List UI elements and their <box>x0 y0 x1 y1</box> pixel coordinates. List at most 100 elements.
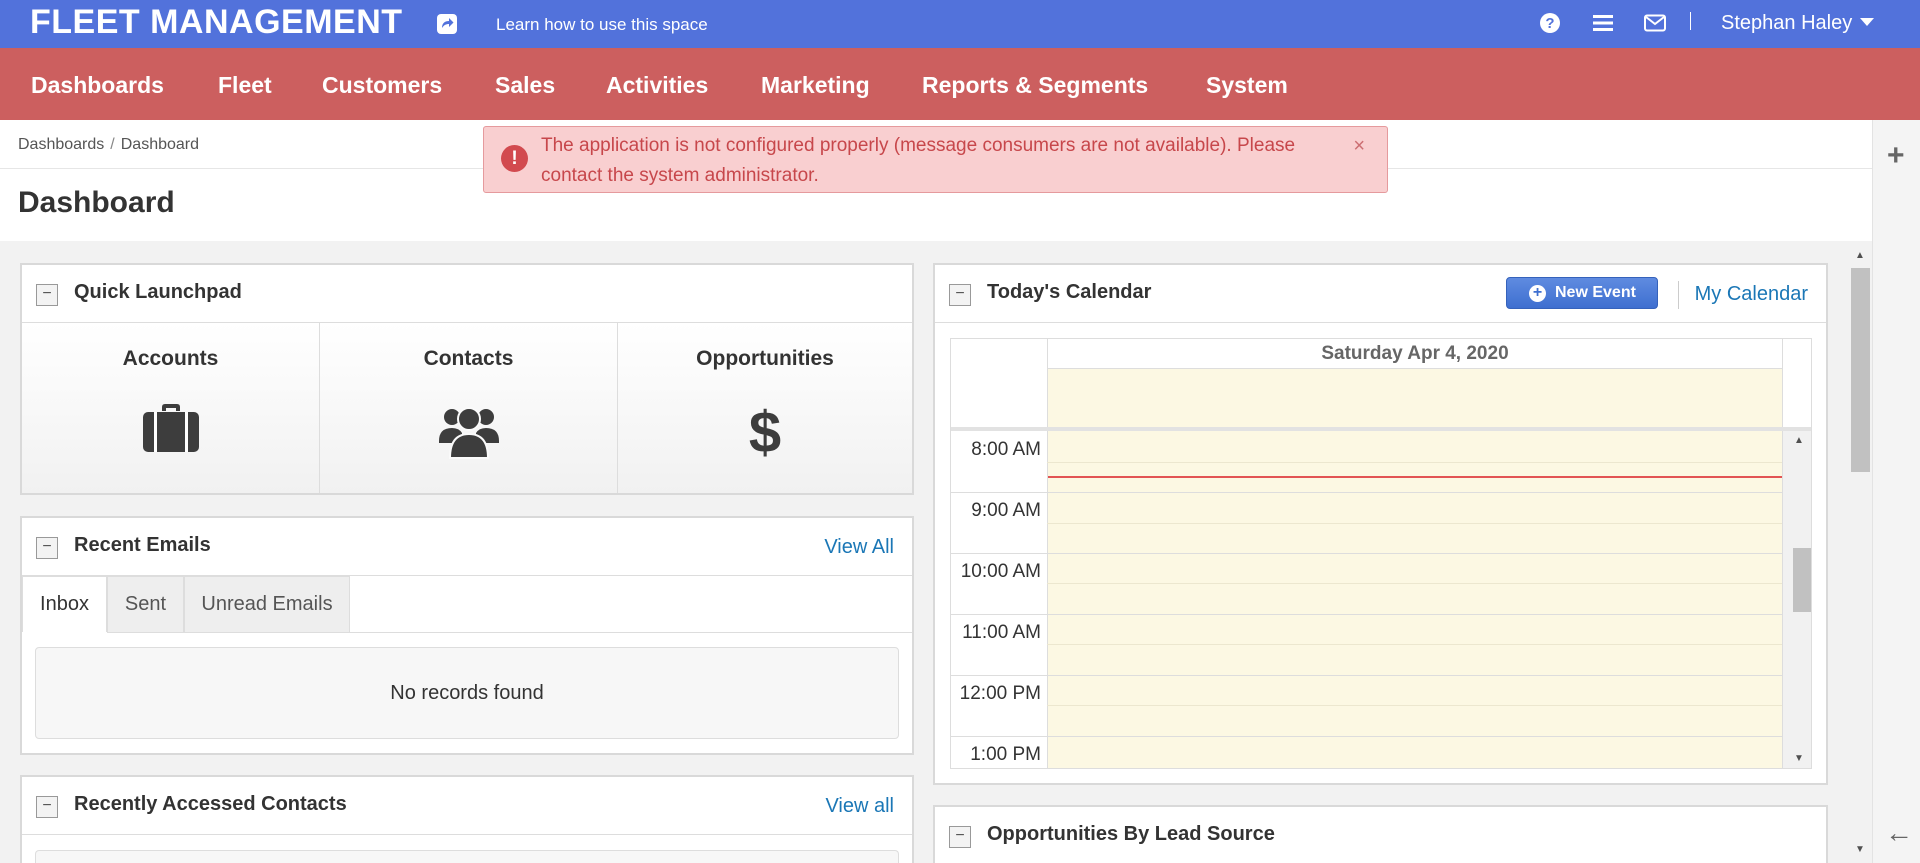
user-name: Stephan Haley <box>1721 12 1853 34</box>
app-title[interactable]: FLEET MANAGEMENT <box>30 3 403 42</box>
tabs-divider <box>107 632 912 633</box>
quick-launchpad-widget: − Quick Launchpad Accounts Contacts Oppo… <box>20 263 914 495</box>
breadcrumb-item-dashboards[interactable]: Dashboards <box>18 136 104 153</box>
calendar-day-header: Saturday Apr 4, 2020 <box>1047 339 1782 369</box>
add-widget-icon[interactable]: + <box>1887 141 1905 171</box>
half-hour-line <box>1047 644 1782 645</box>
learn-link[interactable]: Learn how to use this space <box>496 15 708 35</box>
time-label: 8:00 AM <box>971 439 1041 460</box>
nav-item-system[interactable]: System <box>1206 72 1288 99</box>
hour-line <box>951 492 1782 493</box>
nav-item-sales[interactable]: Sales <box>495 72 555 99</box>
user-menu[interactable]: Stephan Haley <box>1721 12 1875 35</box>
alert-message: The application is not configured proper… <box>541 135 1296 186</box>
launchpad-tile-contacts[interactable]: Contacts <box>320 323 618 493</box>
error-alert: ! The application is not configured prop… <box>483 126 1388 193</box>
widget-header: − Quick Launchpad <box>22 265 912 323</box>
mail-icon[interactable] <box>1643 11 1667 35</box>
collapse-button[interactable]: − <box>36 796 58 818</box>
calendar-grid[interactable]: Saturday Apr 4, 2020 8:00 AM 9:00 AM 10:… <box>950 338 1812 769</box>
recent-emails-widget: − Recent Emails View All Inbox Sent Unre… <box>20 516 914 755</box>
recent-contacts-widget: − Recently Accessed Contacts View all <box>20 775 914 863</box>
breadcrumb: Dashboards / Dashboard <box>18 136 199 154</box>
nav-item-reports-segments[interactable]: Reports & Segments <box>922 72 1148 99</box>
dollar-icon: $ <box>749 403 781 459</box>
exclamation-icon: ! <box>501 145 528 172</box>
arrow-left-icon[interactable]: ← <box>1885 817 1913 849</box>
collapse-button[interactable]: − <box>949 826 971 848</box>
launchpad-tile-accounts[interactable]: Accounts <box>22 323 320 493</box>
briefcase-icon <box>142 404 199 452</box>
scroll-up-icon[interactable]: ▲ <box>1855 250 1865 261</box>
breadcrumb-item-dashboard: Dashboard <box>120 136 200 153</box>
widget-title: Today's Calendar <box>987 281 1152 303</box>
tab-inbox[interactable]: Inbox <box>22 576 107 632</box>
calendar-header-gutter <box>1782 339 1811 429</box>
half-hour-line <box>1047 705 1782 706</box>
widget-header: − Recently Accessed Contacts View all <box>22 777 912 835</box>
all-day-divider <box>951 427 1811 431</box>
widget-header: − Opportunities By Lead Source <box>935 807 1826 863</box>
collapse-button[interactable]: − <box>36 284 58 306</box>
tile-label: Contacts <box>423 347 514 370</box>
widget-header: − Recent Emails View All <box>22 518 912 576</box>
menu-icon[interactable] <box>1591 11 1615 35</box>
new-event-button[interactable]: + New Event <box>1506 277 1658 309</box>
contacts-list-box <box>35 850 899 863</box>
scroll-down-icon[interactable]: ▼ <box>1794 753 1804 764</box>
help-icon[interactable]: ? <box>1538 11 1562 35</box>
half-hour-line <box>1047 462 1782 463</box>
tab-unread-emails[interactable]: Unread Emails <box>184 576 350 632</box>
widget-title: Opportunities By Lead Source <box>987 823 1275 845</box>
current-time-line <box>1048 476 1782 478</box>
empty-state: No records found <box>35 647 899 739</box>
nav-item-marketing[interactable]: Marketing <box>761 72 870 99</box>
collapse-button[interactable]: − <box>36 537 58 559</box>
plus-icon: + <box>1529 285 1546 302</box>
calendar-scrollbar-thumb[interactable] <box>1793 548 1811 612</box>
half-hour-line <box>1047 583 1782 584</box>
svg-text:?: ? <box>1545 15 1554 32</box>
opportunities-by-lead-source-widget: − Opportunities By Lead Source <box>933 805 1828 863</box>
half-hour-line <box>1047 523 1782 524</box>
time-label: 11:00 AM <box>962 622 1041 643</box>
hour-line <box>951 614 1782 615</box>
nav-item-customers[interactable]: Customers <box>322 72 442 99</box>
view-all-emails-link[interactable]: View All <box>824 536 894 559</box>
page-scrollbar-thumb[interactable] <box>1851 268 1870 472</box>
main-nav: Dashboards Fleet Customers Sales Activit… <box>0 48 1920 120</box>
time-label: 9:00 AM <box>971 500 1041 521</box>
right-rail: + ← <box>1872 120 1920 863</box>
nav-item-dashboards[interactable]: Dashboards <box>31 72 164 99</box>
svg-text:$: $ <box>749 403 781 459</box>
tab-sent[interactable]: Sent <box>107 576 184 632</box>
hour-line <box>951 675 1782 676</box>
calendar-header-separator <box>1678 281 1679 309</box>
nav-item-fleet[interactable]: Fleet <box>218 72 272 99</box>
todays-calendar-widget: − Today's Calendar + New Event My Calenda… <box>933 263 1828 785</box>
collapse-button[interactable]: − <box>949 284 971 306</box>
hour-line <box>951 736 1782 737</box>
new-event-label: New Event <box>1555 284 1636 301</box>
launchpad-tile-opportunities[interactable]: Opportunities $ <box>618 323 912 493</box>
my-calendar-link[interactable]: My Calendar <box>1695 283 1808 306</box>
nav-item-activities[interactable]: Activities <box>606 72 708 99</box>
widget-header: − Today's Calendar + New Event My Calenda… <box>935 265 1826 323</box>
scroll-up-icon[interactable]: ▲ <box>1794 435 1804 446</box>
share-icon[interactable] <box>436 13 458 35</box>
time-label: 1:00 PM <box>970 744 1041 765</box>
time-label: 12:00 PM <box>959 683 1041 704</box>
calendar-scrollbar[interactable]: ▲ ▼ <box>1782 431 1811 768</box>
tile-label: Opportunities <box>696 347 834 370</box>
widget-title: Recently Accessed Contacts <box>74 793 347 815</box>
time-label: 10:00 AM <box>960 561 1041 582</box>
chevron-down-icon <box>1860 17 1875 26</box>
hour-line <box>951 553 1782 554</box>
topbar-separator <box>1690 12 1691 30</box>
widget-title: Quick Launchpad <box>74 281 242 303</box>
tile-label: Accounts <box>122 347 219 370</box>
view-all-contacts-link[interactable]: View all <box>825 795 894 818</box>
close-icon[interactable]: × <box>1353 131 1365 161</box>
scroll-down-icon[interactable]: ▼ <box>1855 844 1865 855</box>
widget-title: Recent Emails <box>74 534 211 556</box>
